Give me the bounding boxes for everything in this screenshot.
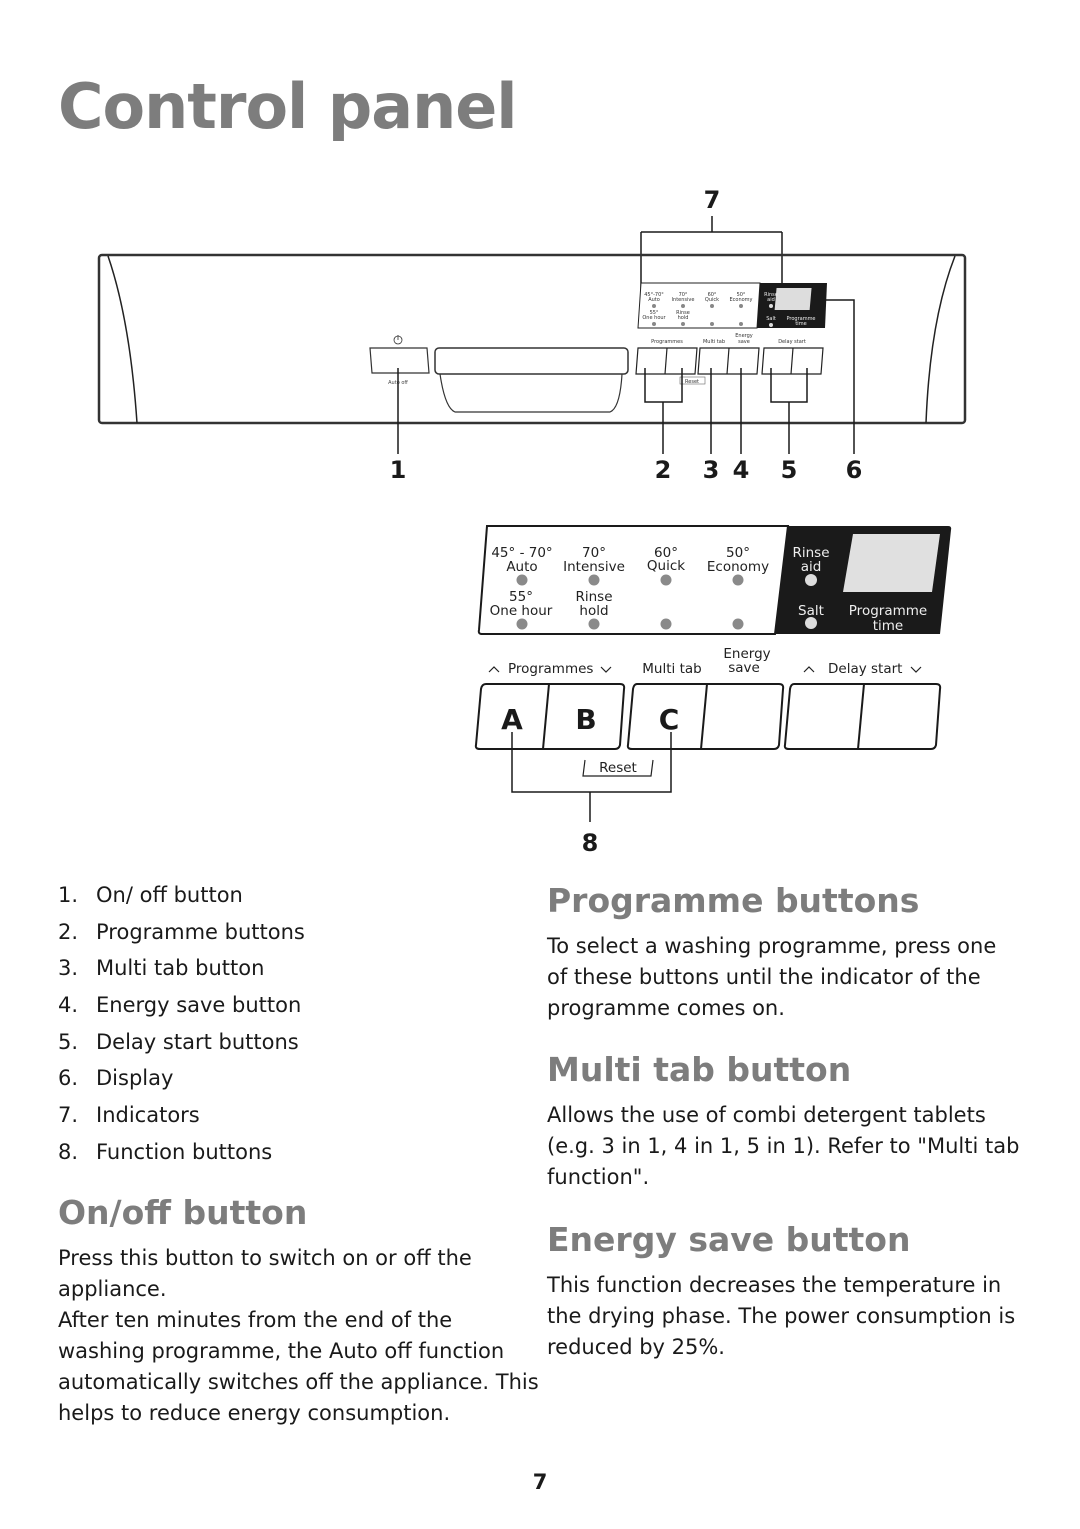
indicator-light-intensive (588, 574, 600, 586)
door-handle (434, 347, 629, 413)
delay-down-icon (910, 666, 922, 673)
svg-text:hold: hold (678, 315, 689, 321)
svg-text:time: time (795, 321, 806, 327)
indicator-light-economy (732, 574, 744, 586)
indicator-light-8 (732, 618, 744, 630)
callout-3: 3 (703, 456, 720, 484)
delay-start-label: Delay start (828, 661, 902, 677)
svg-text:One hour: One hour (642, 315, 666, 321)
programme-time-line1: Programme (849, 603, 927, 619)
svg-text:Auto: Auto (648, 297, 660, 303)
svg-text:Quick: Quick (705, 297, 719, 303)
legend-item: 6. Display (58, 1066, 174, 1091)
indicator-light-onehour (516, 618, 528, 630)
rinse-aid-light (805, 574, 817, 586)
legend-item: 8. Function buttons (58, 1139, 273, 1164)
display-screen (843, 534, 940, 592)
indicator-light-auto (516, 574, 528, 586)
control-panel-overview-diagram: 7 Auto off 45°-70°Auto 70°Intensive 60°Q… (97, 186, 967, 484)
overview-reset-label: Reset (685, 379, 699, 385)
indicator-light-rinsehold (588, 618, 600, 630)
svg-text:aid: aid (767, 297, 775, 303)
indicator-light-7 (660, 618, 672, 630)
programmes-down-icon (600, 666, 612, 673)
overview-indicators: 45°-70°Auto 70°Intensive 60°Quick 50°Eco… (637, 282, 827, 329)
svg-text:Intensive: Intensive (672, 297, 695, 303)
overview-delay-label: Delay start (778, 339, 806, 345)
rinse-aid-line2: aid (801, 559, 822, 575)
legend-item: 5. Delay start buttons (58, 1029, 299, 1054)
multitab-body: Allows the use of combi detergent tablet… (547, 1103, 1020, 1189)
onoff-heading: On/off button (58, 1193, 308, 1232)
energy-heading: Energy save button (547, 1220, 911, 1259)
indicator-onehour-label: One hour (490, 603, 553, 619)
overview-energy-label-2: save (738, 339, 750, 345)
overview-onoff-button[interactable]: Auto off (369, 335, 430, 386)
overview-programmes-label: Programmes (651, 339, 683, 345)
callout-5: 5 (781, 456, 798, 484)
indicator-intensive-label: Intensive (563, 559, 625, 575)
overview-multitab-label: Multi tab (703, 339, 725, 345)
energy-body: This function decreases the temperature … (547, 1273, 1016, 1359)
indicator-light-quick (660, 574, 672, 586)
callout-7: 7 (704, 186, 721, 214)
indicator-auto-label: Auto (506, 559, 537, 575)
callout-2: 2 (655, 456, 672, 484)
callout-6: 6 (846, 456, 863, 484)
function-button-a[interactable]: A (501, 703, 523, 736)
legend-item: 1. On/ off button (58, 883, 243, 907)
legend-item: 2. Programme buttons (58, 919, 305, 944)
svg-text:Economy: Economy (729, 297, 752, 303)
callout-4: 4 (733, 456, 750, 484)
panel-outline (97, 253, 967, 425)
multitab-heading: Multi tab button (547, 1050, 852, 1089)
indicator-economy-label: Economy (707, 559, 769, 575)
legend-item: 4. Energy save button (58, 993, 302, 1018)
indicator-rinsehold-line2: hold (579, 603, 608, 619)
salt-label: Salt (798, 603, 824, 619)
delay-up-icon (803, 666, 815, 673)
programme-heading: Programme buttons (547, 881, 920, 920)
indicator-quick-label: Quick (647, 558, 685, 574)
control-panel-detail-diagram: 45° - 70° Auto 70° Intensive 60° Quick 5… (474, 525, 952, 857)
legend-list: 1. On/ off button 2. Programme buttons 3. M… (58, 880, 305, 1174)
programme-buttons-group[interactable] (474, 683, 626, 750)
page-title: Control panel (58, 70, 518, 143)
function-button-b[interactable]: B (575, 703, 596, 736)
programme-time-line2: time (873, 618, 904, 634)
reset-label: Reset (599, 760, 637, 776)
multi-tab-label: Multi tab (642, 661, 701, 677)
legend-item: 7. Indicators (58, 1103, 200, 1128)
legend-item: 3. Multi tab button (58, 956, 265, 981)
programmes-up-icon (488, 666, 500, 673)
function-button-c[interactable]: C (659, 703, 680, 736)
svg-text:Salt: Salt (766, 316, 776, 322)
programmes-label: Programmes (508, 661, 593, 677)
energy-save-label-2: save (728, 660, 760, 676)
onoff-body: Press this button to switch on or off th… (58, 1246, 539, 1425)
salt-light (805, 617, 817, 629)
callout-1: 1 (390, 456, 407, 484)
programme-body: To select a washing programme, press one… (547, 934, 997, 1020)
callout-8: 8 (582, 829, 599, 857)
page-number: 7 (532, 1470, 548, 1494)
